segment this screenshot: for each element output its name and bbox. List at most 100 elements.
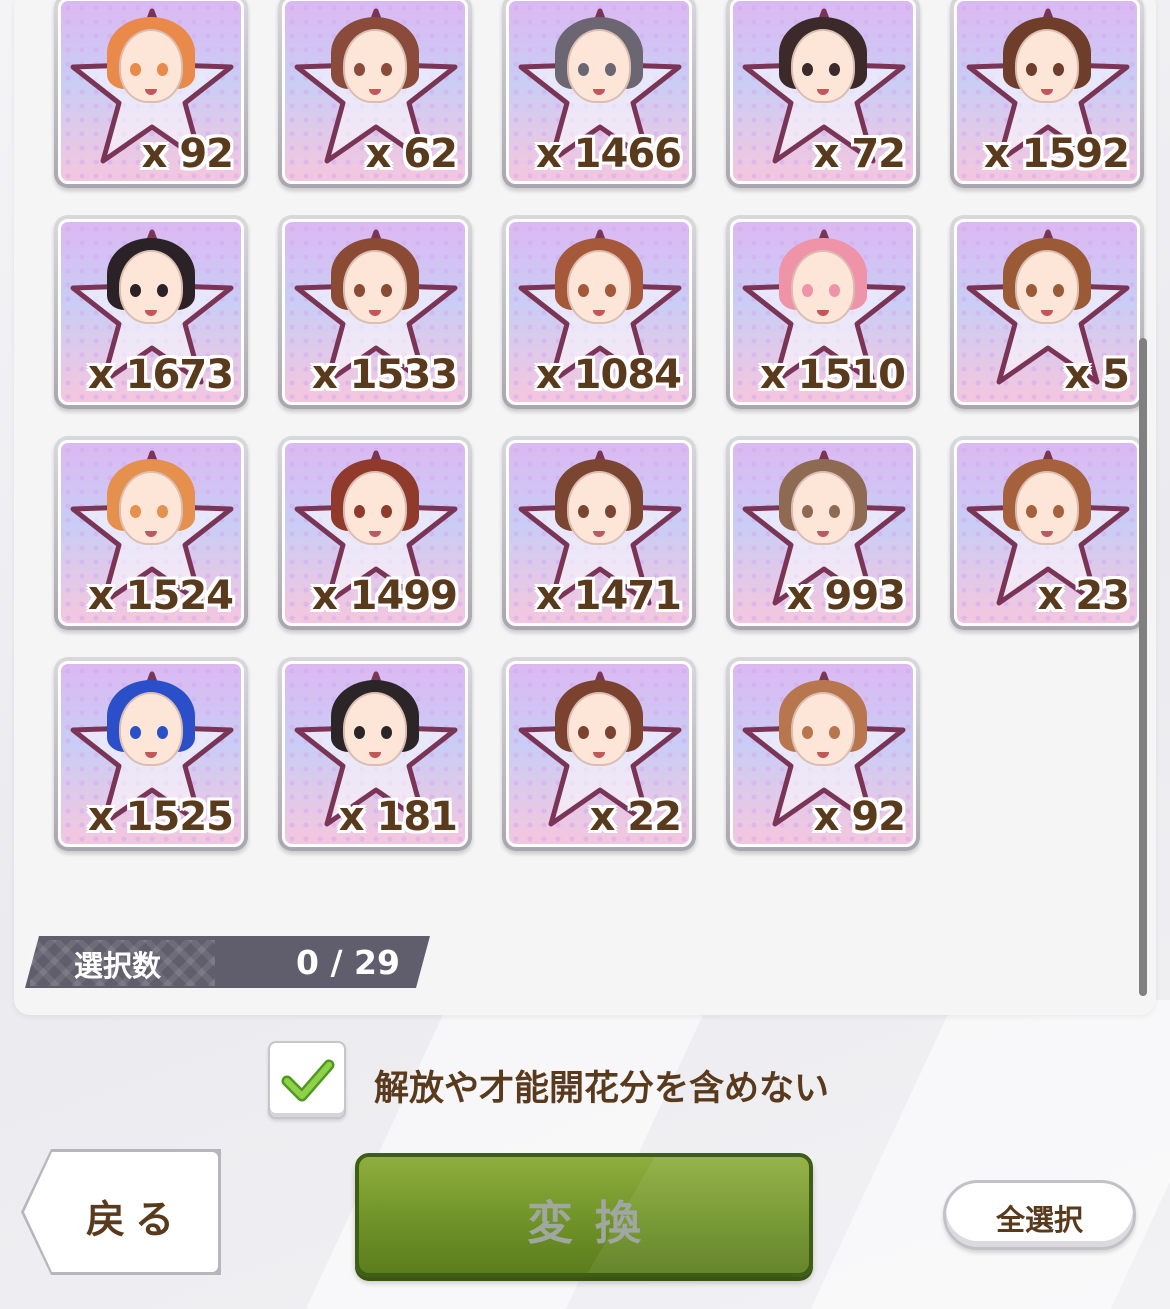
item-count: x 1673 <box>87 352 234 398</box>
item-count: x 5 <box>1064 352 1130 398</box>
card-background: x 1499 <box>282 440 468 626</box>
select-all-button-label: 全選択 <box>995 1203 1083 1237</box>
check-icon <box>281 1059 335 1102</box>
character-eye <box>354 284 365 297</box>
character-eye <box>381 284 392 297</box>
convert-button[interactable]: 変換 <box>355 1153 813 1277</box>
item-card[interactable]: x 1592 <box>950 0 1144 188</box>
item-count: x 1499 <box>311 573 458 619</box>
character-eye <box>605 505 616 518</box>
item-count: x 92 <box>813 794 906 840</box>
convert-button-label: 変換 <box>527 1196 663 1250</box>
item-card[interactable]: x 1466 <box>502 0 696 188</box>
character-eye <box>130 505 141 518</box>
card-background: x 23 <box>954 440 1140 626</box>
character-eye <box>381 726 392 739</box>
character-eye <box>802 505 813 518</box>
item-count: x 1592 <box>983 131 1130 177</box>
card-background: x 1525 <box>58 661 244 847</box>
character-eye <box>1026 505 1037 518</box>
character-eye <box>605 284 616 297</box>
back-button-label: 戻る <box>86 1198 185 1243</box>
item-grid: x 92 x 62 x 1466 x 72 x 1592 x 1673 x 15… <box>54 0 1144 851</box>
screen: x 92 x 62 x 1466 x 72 x 1592 x 1673 x 15… <box>0 0 1170 1309</box>
item-card[interactable]: x 993 <box>726 436 920 630</box>
exclude-option-checkbox[interactable] <box>268 1041 346 1119</box>
exclude-option-label: 解放や才能開花分を含めない <box>374 1069 830 1109</box>
item-count: x 1466 <box>535 131 682 177</box>
card-background: x 92 <box>730 661 916 847</box>
item-count: x 72 <box>813 131 906 177</box>
character-eye <box>157 284 168 297</box>
item-count: x 62 <box>365 131 458 177</box>
item-card[interactable]: x 72 <box>726 0 920 188</box>
item-card[interactable]: x 1533 <box>278 215 472 409</box>
character-eye <box>578 284 589 297</box>
card-background: x 1471 <box>506 440 692 626</box>
select-all-button[interactable]: 全選択 <box>943 1180 1136 1250</box>
character-eye <box>605 63 616 76</box>
item-panel: x 92 x 62 x 1466 x 72 x 1592 x 1673 x 15… <box>14 0 1156 1015</box>
item-count: x 1471 <box>535 573 682 619</box>
item-count: x 993 <box>786 573 906 619</box>
item-card[interactable]: x 23 <box>950 436 1144 630</box>
item-card[interactable]: x 92 <box>726 657 920 851</box>
card-background: x 62 <box>282 0 468 184</box>
scrollbar-thumb[interactable] <box>1139 338 1147 996</box>
card-background: x 1510 <box>730 219 916 405</box>
character-eye <box>1053 505 1064 518</box>
item-card[interactable]: x 22 <box>502 657 696 851</box>
character-eye <box>130 63 141 76</box>
item-count: x 1533 <box>311 352 458 398</box>
card-background: x 72 <box>730 0 916 184</box>
character-eye <box>381 505 392 518</box>
character-eye <box>354 505 365 518</box>
item-card[interactable]: x 1084 <box>502 215 696 409</box>
item-card[interactable]: x 1499 <box>278 436 472 630</box>
character-eye <box>1026 63 1037 76</box>
selection-count-value: 0 / 29 <box>296 943 400 982</box>
character-eye <box>578 63 589 76</box>
card-background: x 22 <box>506 661 692 847</box>
item-card[interactable]: x 181 <box>278 657 472 851</box>
card-background: x 181 <box>282 661 468 847</box>
item-count: x 1510 <box>759 352 906 398</box>
character-eye <box>578 726 589 739</box>
character-eye <box>802 63 813 76</box>
character-eye <box>829 284 840 297</box>
item-count: x 181 <box>338 794 458 840</box>
character-eye <box>157 505 168 518</box>
character-eye <box>1026 284 1037 297</box>
card-background: x 92 <box>58 0 244 184</box>
character-eye <box>1053 284 1064 297</box>
item-card[interactable]: x 1524 <box>54 436 248 630</box>
character-eye <box>130 726 141 739</box>
character-eye <box>157 726 168 739</box>
character-eye <box>354 726 365 739</box>
card-background: x 1673 <box>58 219 244 405</box>
item-card[interactable]: x 5 <box>950 215 1144 409</box>
character-eye <box>829 63 840 76</box>
card-background: x 1466 <box>506 0 692 184</box>
character-eye <box>381 63 392 76</box>
card-background: x 1592 <box>954 0 1140 184</box>
character-eye <box>1053 63 1064 76</box>
item-count: x 23 <box>1037 573 1130 619</box>
character-eye <box>157 63 168 76</box>
item-card[interactable]: x 92 <box>54 0 248 188</box>
character-eye <box>578 505 589 518</box>
item-count: x 1084 <box>535 352 682 398</box>
character-eye <box>829 505 840 518</box>
item-card[interactable]: x 1525 <box>54 657 248 851</box>
item-card[interactable]: x 1673 <box>54 215 248 409</box>
item-card[interactable]: x 62 <box>278 0 472 188</box>
item-count: x 1525 <box>87 794 234 840</box>
item-count: x 22 <box>589 794 682 840</box>
background-shard <box>805 1000 1170 1309</box>
card-background: x 1524 <box>58 440 244 626</box>
character-eye <box>802 726 813 739</box>
item-card[interactable]: x 1510 <box>726 215 920 409</box>
card-background: x 1533 <box>282 219 468 405</box>
character-eye <box>354 63 365 76</box>
item-card[interactable]: x 1471 <box>502 436 696 630</box>
